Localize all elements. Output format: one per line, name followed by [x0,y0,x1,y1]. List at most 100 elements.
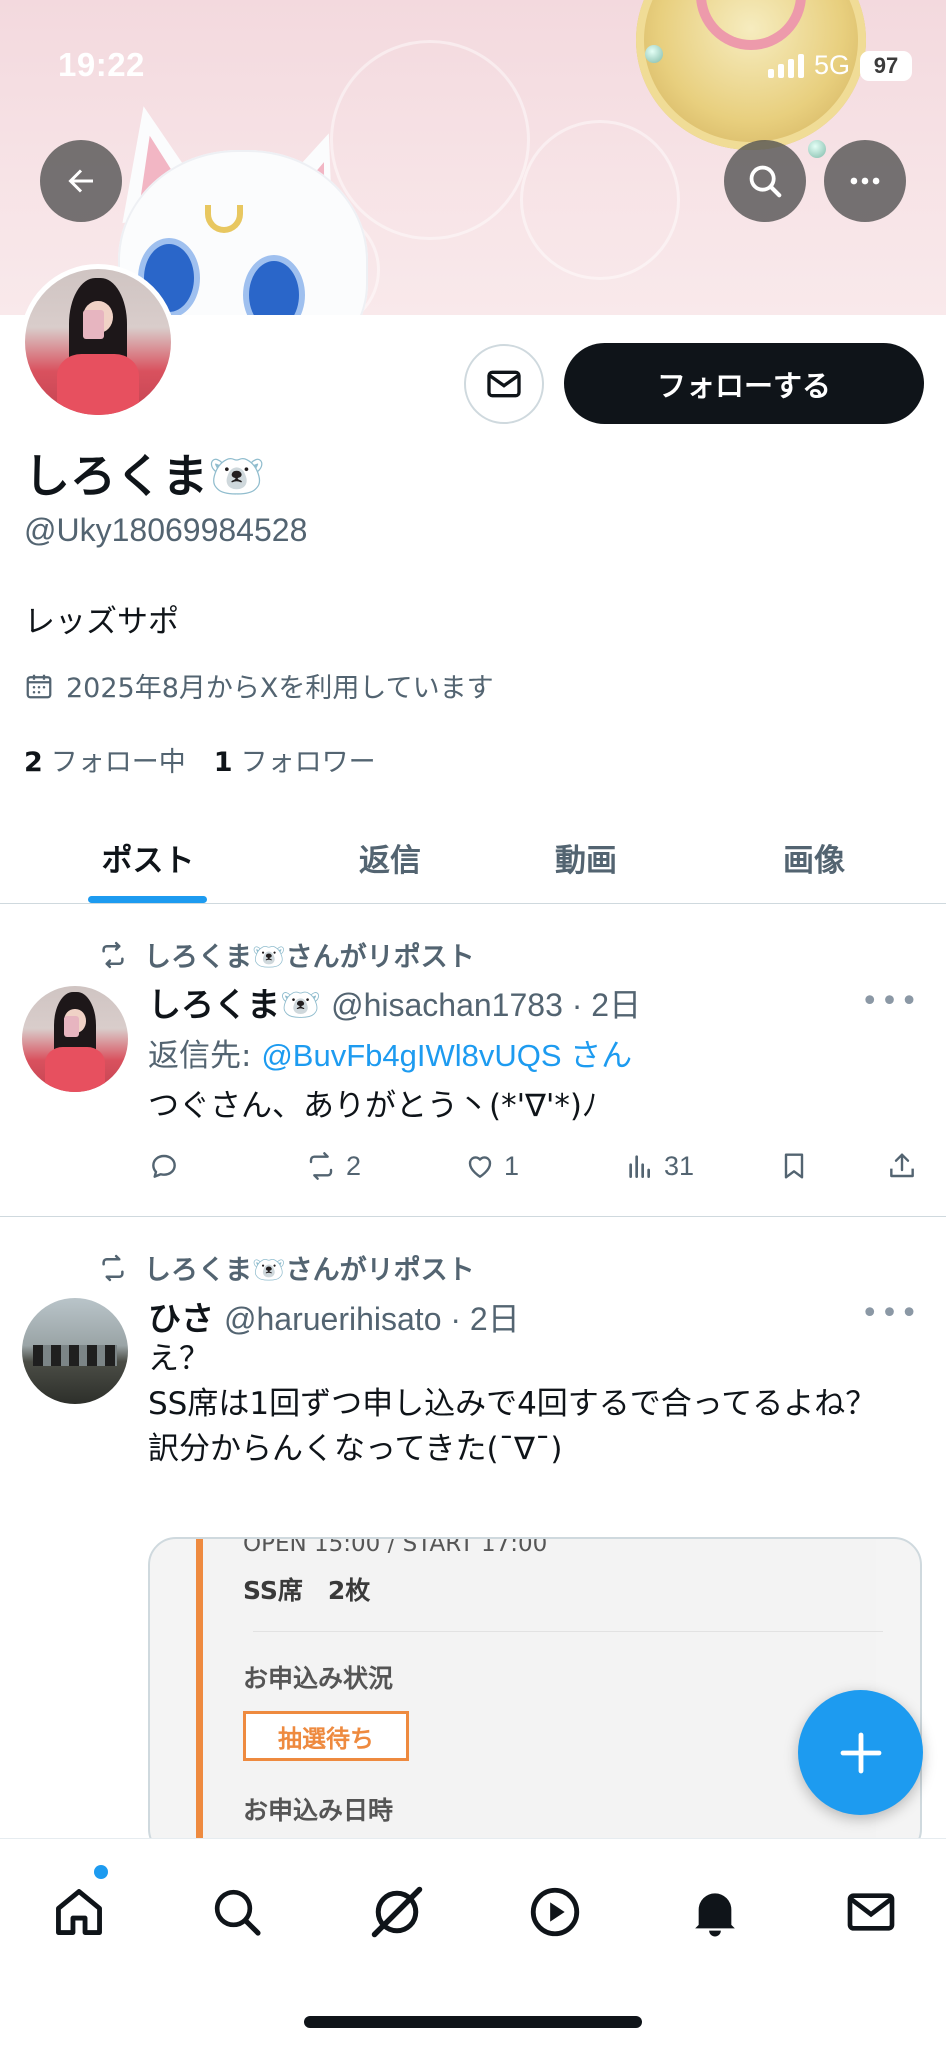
banner-gem [808,140,826,158]
reply-to-link[interactable]: @BuvFb4gIWl8vUQS さん [261,1038,632,1073]
reply-button[interactable] [148,1150,180,1182]
post-author[interactable]: ひさ [148,1292,214,1340]
calendar-icon [26,674,52,698]
views-icon [629,1155,650,1178]
heart-icon [468,1156,492,1178]
joined-text: 2025年8月からXを利用しています [66,673,494,704]
grok-icon [371,1886,423,1938]
follow-stats: 2 フォロー中 1 フォロワー [24,740,376,779]
nav-notifications[interactable] [680,1877,750,1947]
tab-images[interactable]: 画像 [724,810,904,904]
repost-label: しろくま🐻‍❄️さんがリポスト [144,1255,475,1286]
profile-bio: レッズサポ [24,604,179,640]
media-divider [253,1631,883,1632]
bookmark-button[interactable] [778,1150,810,1182]
banner-lace [330,40,530,240]
more-options-button[interactable] [824,140,906,222]
post-text: つぐさん、ありがとう丶(*'∇'*)ﾉ [148,1088,598,1124]
tab-replies[interactable]: 返信 [300,810,480,904]
share-button[interactable] [886,1150,918,1182]
following-count: 2 [24,747,43,778]
arrow-left-icon [68,169,93,193]
reply-icon [152,1154,176,1178]
mail-icon [847,1893,895,1931]
profile-tabs: ポスト 返信 動画 画像 [0,810,946,904]
like-button[interactable]: 1 [464,1150,519,1182]
search-icon [749,165,782,198]
reply-prefix: 返信先: [148,1038,262,1074]
bell-icon [695,1893,735,1937]
post-meta[interactable]: @hisachan1783 · 2日 [331,980,641,1026]
banner-gem [645,45,663,63]
home-indicator [304,2016,642,2028]
following-link[interactable]: 2 フォロー中 [24,740,186,779]
repost-icon [102,941,124,968]
avatar-photo [22,986,128,1092]
media-status-label: お申込み状況 [243,1664,394,1693]
more-icon [850,177,880,185]
repost-indicator: しろくま🐻‍❄️さんがリポスト [96,1248,475,1287]
nav-messages[interactable] [836,1877,906,1947]
media-seat: SS席 2枚 [243,1576,371,1605]
search-icon [214,1889,261,1936]
network-label: 5G [813,50,850,80]
avatar-photo [22,1298,128,1404]
profile-handle: @Uky18069984528 [24,512,308,548]
repost-icon [102,1254,124,1281]
more-icon: ••• [860,984,920,1019]
post-header: しろくま🐻‍❄️ @hisachan1783 · 2日 [148,978,641,1026]
message-button[interactable] [464,344,544,424]
status-time: 19:22 [58,46,145,83]
followers-label: フォロワー [240,747,376,778]
joined-date: 2025年8月からXを利用しています [24,666,494,705]
more-icon: ••• [860,1296,920,1331]
like-count: 1 [504,1150,520,1181]
post-avatar[interactable] [22,1298,128,1404]
views-button[interactable]: 31 [624,1150,694,1182]
post-more-button[interactable]: ••• [861,1296,920,1331]
play-icon [530,1887,580,1937]
post-media[interactable]: OPEN 15:00 / START 17:00 SS席 2枚 お申込み状況 抽… [148,1537,922,1857]
media-status-badge: 抽選待ち [243,1711,409,1761]
repost-button[interactable]: 2 [304,1150,361,1182]
post-meta[interactable]: @haruerihisato · 2日 [224,1294,520,1340]
reply-to: 返信先: @BuvFb4gIWl8vUQS さん [148,1030,632,1075]
home-icon [56,1889,102,1935]
follow-button[interactable]: フォローする [564,343,924,424]
repost-count: 2 [346,1150,362,1181]
share-icon [890,1153,914,1178]
media-header: OPEN 15:00 / START 17:00 [243,1537,548,1557]
nav-video[interactable] [520,1877,590,1947]
post-avatar[interactable] [22,986,128,1092]
compose-button[interactable] [798,1690,923,1815]
signal-icon [767,53,804,78]
bookmark-icon [784,1153,804,1179]
back-button[interactable] [40,140,122,222]
nav-home[interactable] [44,1877,114,1947]
plus-icon [840,1732,881,1773]
profile-avatar[interactable] [20,264,176,420]
followers-link[interactable]: 1 フォロワー [214,740,376,779]
post-header: ひさ @haruerihisato · 2日 [148,1292,520,1340]
active-tab-indicator [88,896,207,903]
notification-dot [94,1865,108,1879]
post-author[interactable]: しろくま🐻‍❄️ [148,978,321,1026]
repost-icon [309,1152,333,1180]
display-name: しろくま🐻‍❄️ [24,449,266,503]
repost-label: しろくま🐻‍❄️さんがリポスト [144,942,475,973]
media-date-label: お申込み日時 [243,1796,394,1825]
post-more-button[interactable]: ••• [861,984,920,1019]
post-text: え？ SS席は1回ずつ申し込みで4回するで合ってるよね？ 訳分からんくなってきた… [148,1341,877,1467]
post-actions: 2 1 31 [148,1150,918,1190]
tab-posts[interactable]: ポスト [58,810,238,904]
nav-search[interactable] [202,1877,272,1947]
media-ticket-screenshot: OPEN 15:00 / START 17:00 SS席 2枚 お申込み状況 抽… [196,1537,883,1855]
views-count: 31 [664,1150,695,1181]
repost-indicator: しろくま🐻‍❄️さんがリポスト [96,935,475,974]
tab-videos[interactable]: 動画 [496,810,676,904]
search-button[interactable] [724,140,806,222]
nav-grok[interactable] [362,1877,432,1947]
battery-icon: 97 [860,50,912,81]
status-indicators: 5G 97 [767,50,912,81]
banner-lace [520,120,680,280]
